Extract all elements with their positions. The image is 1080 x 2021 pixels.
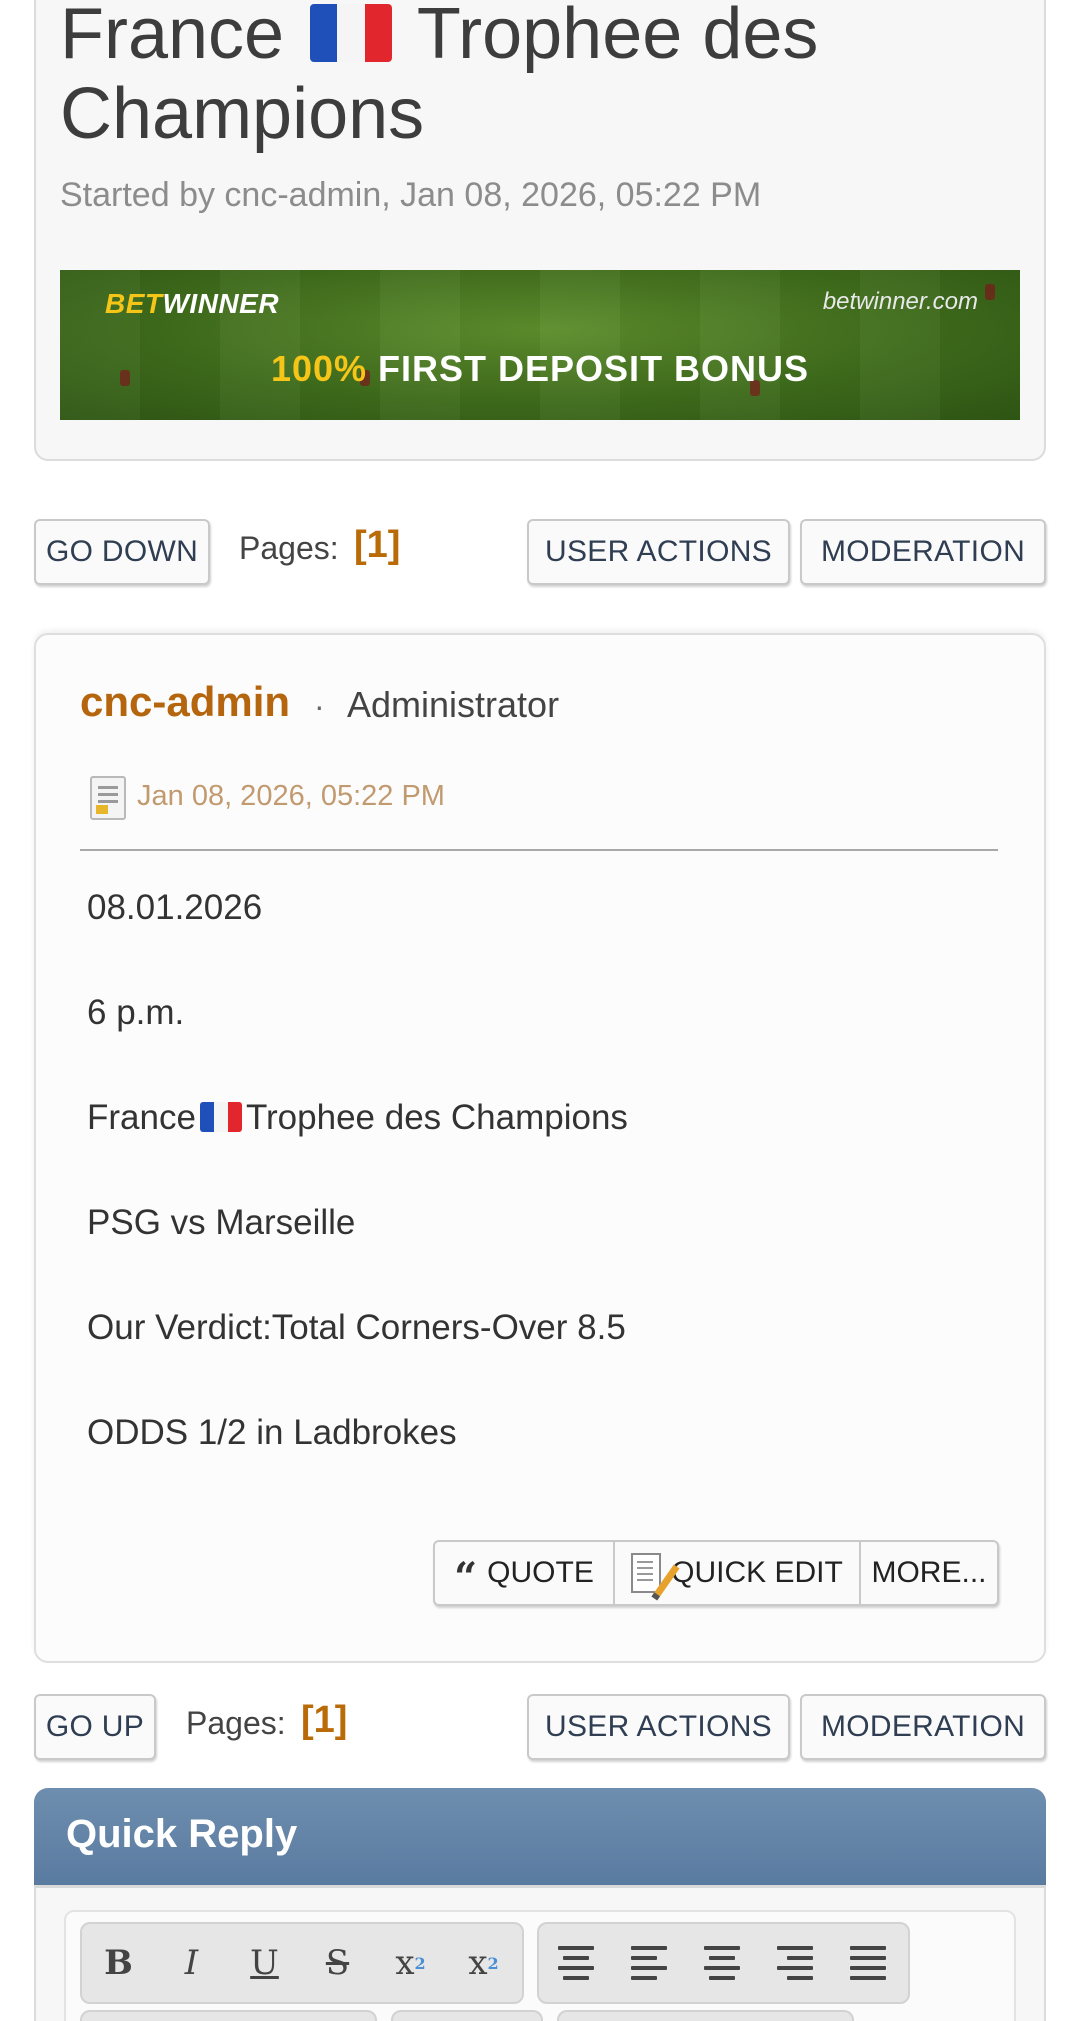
post-line: 08.01.2026 (87, 888, 263, 927)
post-divider (80, 849, 998, 851)
author-role: Administrator (347, 684, 560, 725)
post-line: PSG vs Marseille (87, 1203, 356, 1242)
banner-player-graphic (985, 284, 995, 300)
france-flag-icon (199, 1102, 242, 1132)
betwinner-banner[interactable]: BETWINNER betwinner.com 100% FIRST DEPOS… (60, 270, 1020, 420)
user-actions-button[interactable]: USER ACTIONS (527, 1694, 790, 1760)
toolbar-select-font[interactable] (80, 2010, 377, 2021)
document-icon (90, 776, 126, 820)
quote-label: QUOTE (487, 1556, 594, 1589)
italic-button[interactable]: I (155, 1933, 228, 1993)
topic-title-prefix: France (60, 0, 285, 74)
user-actions-button[interactable]: USER ACTIONS (527, 519, 790, 585)
topic-title: France Trophee des Champions (60, 0, 1020, 154)
quote-button[interactable]: “ QUOTE (435, 1542, 615, 1604)
quick-edit-button[interactable]: QUICK EDIT (615, 1542, 861, 1604)
pages-label: Pages: (186, 1705, 286, 1741)
post-date-link[interactable]: Jan 08, 2026, 05:22 PM (137, 780, 445, 813)
post-line: ODDS 1/2 in Ladbrokes (87, 1413, 457, 1452)
subscript-button[interactable]: x2 (447, 1933, 520, 1993)
align-right-icon[interactable] (758, 1933, 831, 1993)
go-up-button[interactable]: GO UP (34, 1694, 156, 1760)
superscript-button[interactable]: x2 (374, 1933, 447, 1993)
align-center-icon[interactable] (539, 1933, 612, 1993)
edit-icon (631, 1553, 662, 1593)
format-toolbar-group: B I U S x2 x2 (80, 1922, 524, 2004)
quick-reply-title: Quick Reply (66, 1812, 298, 1856)
post-author-link[interactable]: cnc-admin (80, 678, 290, 726)
go-down-button[interactable]: GO DOWN (34, 519, 210, 585)
quote-icon: “ (454, 1554, 478, 1601)
post-actions: “ QUOTE QUICK EDIT MORE... (433, 1540, 999, 1606)
topic-title-line2: Champions (60, 74, 425, 154)
topic-title-suffix: Trophee des (416, 0, 819, 74)
align-center-icon[interactable] (685, 1933, 758, 1993)
quick-edit-label: QUICK EDIT (671, 1556, 843, 1589)
toolbar-select-size[interactable] (391, 2010, 543, 2021)
post-line: 6 p.m. (87, 993, 185, 1032)
author-separator: · (314, 688, 325, 724)
justify-icon[interactable] (831, 1933, 904, 1993)
france-flag-icon (310, 4, 393, 62)
align-toolbar-group (537, 1922, 910, 2004)
topic-meta: Started by cnc-admin, Jan 08, 2026, 05:2… (60, 176, 762, 214)
post-line: France Trophee des Champions (87, 1098, 628, 1137)
moderation-button[interactable]: MODERATION (800, 1694, 1046, 1760)
pages-label: Pages: (239, 530, 339, 566)
align-left-icon[interactable] (612, 1933, 685, 1993)
quick-reply-header[interactable]: Quick Reply (34, 1788, 1046, 1885)
post-line: Our Verdict:Total Corners-Over 8.5 (87, 1308, 626, 1347)
strikethrough-button[interactable]: S (301, 1933, 374, 1993)
more-label: MORE... (871, 1556, 987, 1589)
banner-brand: BETWINNER (105, 288, 280, 319)
page-link-current[interactable]: [1] (301, 1699, 347, 1742)
banner-site: betwinner.com (822, 288, 978, 315)
banner-offer: 100% FIRST DEPOSIT BONUS (270, 348, 810, 389)
more-button[interactable]: MORE... (861, 1542, 997, 1604)
underline-button[interactable]: U (228, 1933, 301, 1993)
page-link-current[interactable]: [1] (354, 524, 400, 567)
moderation-button[interactable]: MODERATION (800, 519, 1046, 585)
bold-button[interactable]: B (82, 1933, 155, 1993)
toolbar-select-color[interactable] (557, 2010, 854, 2021)
